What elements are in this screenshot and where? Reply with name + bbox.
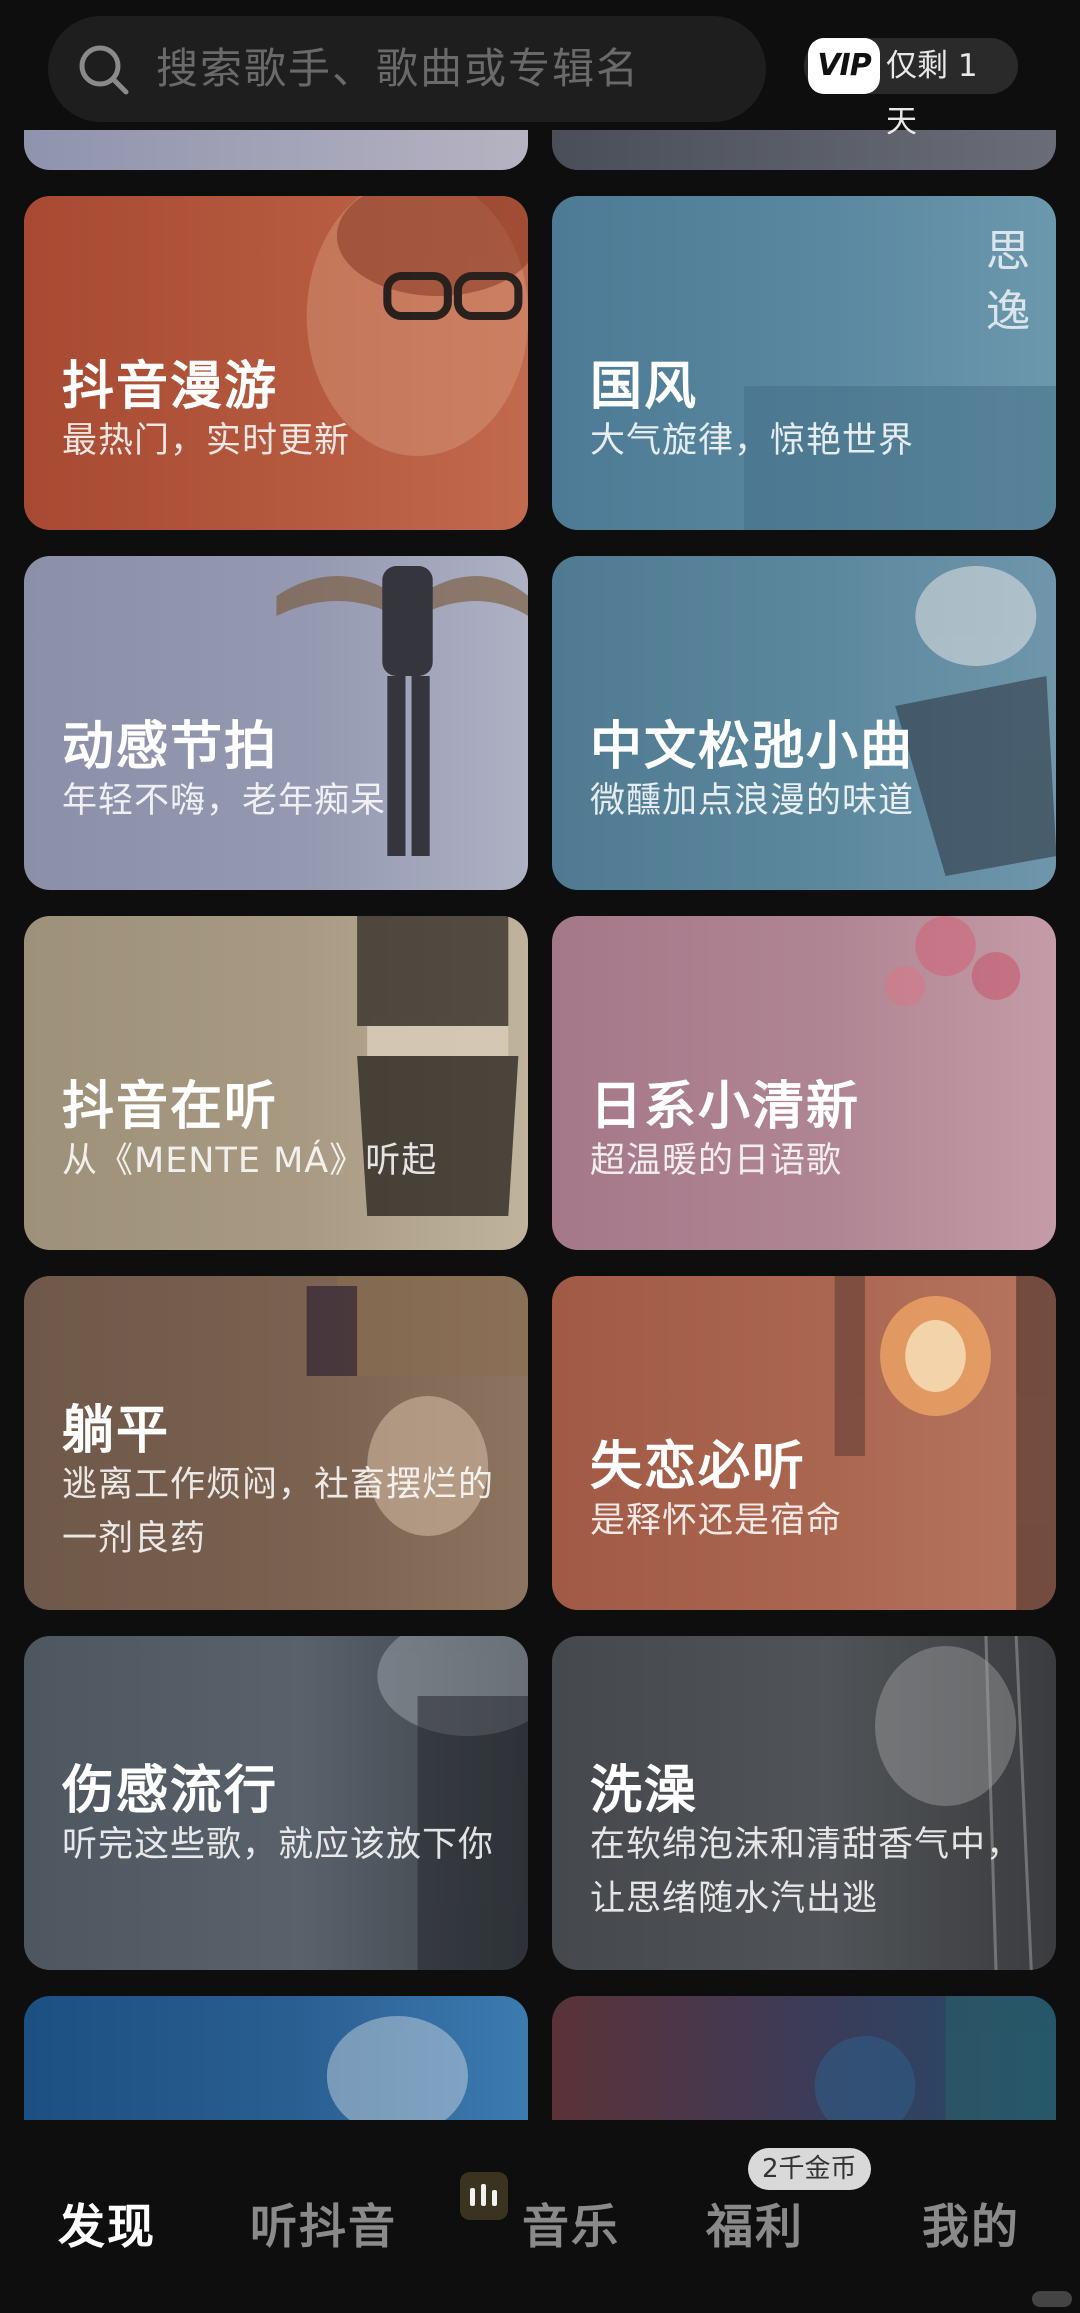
card-subtitle: 年轻不嗨，老年痴呆 [62, 781, 387, 821]
card-subtitle: 听完这些歌，就应该放下你 [62, 1825, 495, 1865]
search-icon [79, 45, 129, 95]
music-tab-icon [460, 2172, 508, 2220]
nav-tab-welfare[interactable]: 福利 [706, 2188, 804, 2257]
card-title: 中文松弛小曲 [590, 717, 915, 777]
card-title: 抖音漫游 [62, 357, 279, 417]
nav-tab-douyin[interactable]: 听抖音 [250, 2188, 397, 2257]
card-subtitle: 最热门，实时更新 [62, 421, 351, 461]
corner-indicator [1032, 2291, 1072, 2307]
card-title: 洗澡 [590, 1761, 699, 1821]
playlist-card[interactable]: 失恋必听 是释怀还是宿命 [552, 1276, 1056, 1610]
search-bar[interactable]: 搜索歌手、歌曲或专辑名 [48, 16, 766, 122]
card-subtitle: 超温暖的日语歌 [590, 1141, 843, 1181]
card-subtitle: 是释怀还是宿命 [590, 1501, 843, 1541]
playlist-card[interactable]: 洗澡 在软绵泡沫和清甜香气中，让思绪随水汽出逃 [552, 1636, 1056, 1970]
card-title: 抖音在听 [62, 1077, 279, 1137]
card-subtitle: 从《MENTE MÁ》听起 [62, 1141, 438, 1181]
playlist-card[interactable]: 动感节拍 年轻不嗨，老年痴呆 [24, 556, 528, 890]
svg-text:思: 思 [985, 226, 1029, 277]
vip-remaining-label: 仅剩 1 天 [886, 48, 978, 140]
card-subtitle: 在软绵泡沫和清甜香气中，让思绪随水汽出逃 [590, 1825, 1023, 1919]
nav-tab-music[interactable]: 音乐 [522, 2188, 620, 2257]
playlist-card[interactable]: 思 逸 国风 大气旋律，惊艳世界 [552, 196, 1056, 530]
playlist-card[interactable]: 伤感流行 听完这些歌，就应该放下你 [24, 1636, 528, 1970]
card-title: 动感节拍 [62, 717, 279, 777]
card-title: 伤感流行 [62, 1761, 279, 1821]
search-placeholder: 搜索歌手、歌曲或专辑名 [156, 44, 641, 93]
playlist-card[interactable]: 日系小清新 超温暖的日语歌 [552, 916, 1056, 1250]
vip-status-pill[interactable]: VIP 仅剩 1 天 [804, 38, 1018, 140]
card-title: 失恋必听 [590, 1437, 807, 1497]
playlist-card[interactable]: 抖音在听 从《MENTE MÁ》听起 [24, 916, 528, 1250]
card-title: 日系小清新 [590, 1077, 861, 1137]
playlist-card[interactable]: 躺平 逃离工作烦闷，社畜摆烂的一剂良药 [24, 1276, 528, 1610]
nav-tab-discover[interactable]: 发现 [58, 2188, 156, 2257]
card-subtitle: 大气旋律，惊艳世界 [590, 421, 915, 461]
partial-card-left[interactable] [24, 130, 528, 170]
bottom-nav: 发现 听抖音 音乐 福利 我的 [0, 2120, 1080, 2313]
card-subtitle: 逃离工作烦闷，社畜摆烂的一剂良药 [62, 1465, 495, 1559]
top-bar: 搜索歌手、歌曲或专辑名 VIP 仅剩 1 天 [0, 0, 1080, 140]
cover-art-image: 思 逸 [743, 226, 1056, 530]
coin-reward-badge: 2千金币 [748, 2148, 871, 2190]
svg-text:逸: 逸 [985, 286, 1029, 337]
vip-badge-icon: VIP [808, 38, 880, 94]
card-title: 躺平 [62, 1401, 171, 1461]
playlist-card[interactable]: 中文松弛小曲 微醺加点浪漫的味道 [552, 556, 1056, 890]
playlist-card[interactable]: 抖音漫游 最热门，实时更新 [24, 196, 528, 530]
nav-tab-me[interactable]: 我的 [922, 2188, 1020, 2257]
card-subtitle: 微醺加点浪漫的味道 [590, 781, 915, 821]
card-title: 国风 [590, 357, 699, 417]
